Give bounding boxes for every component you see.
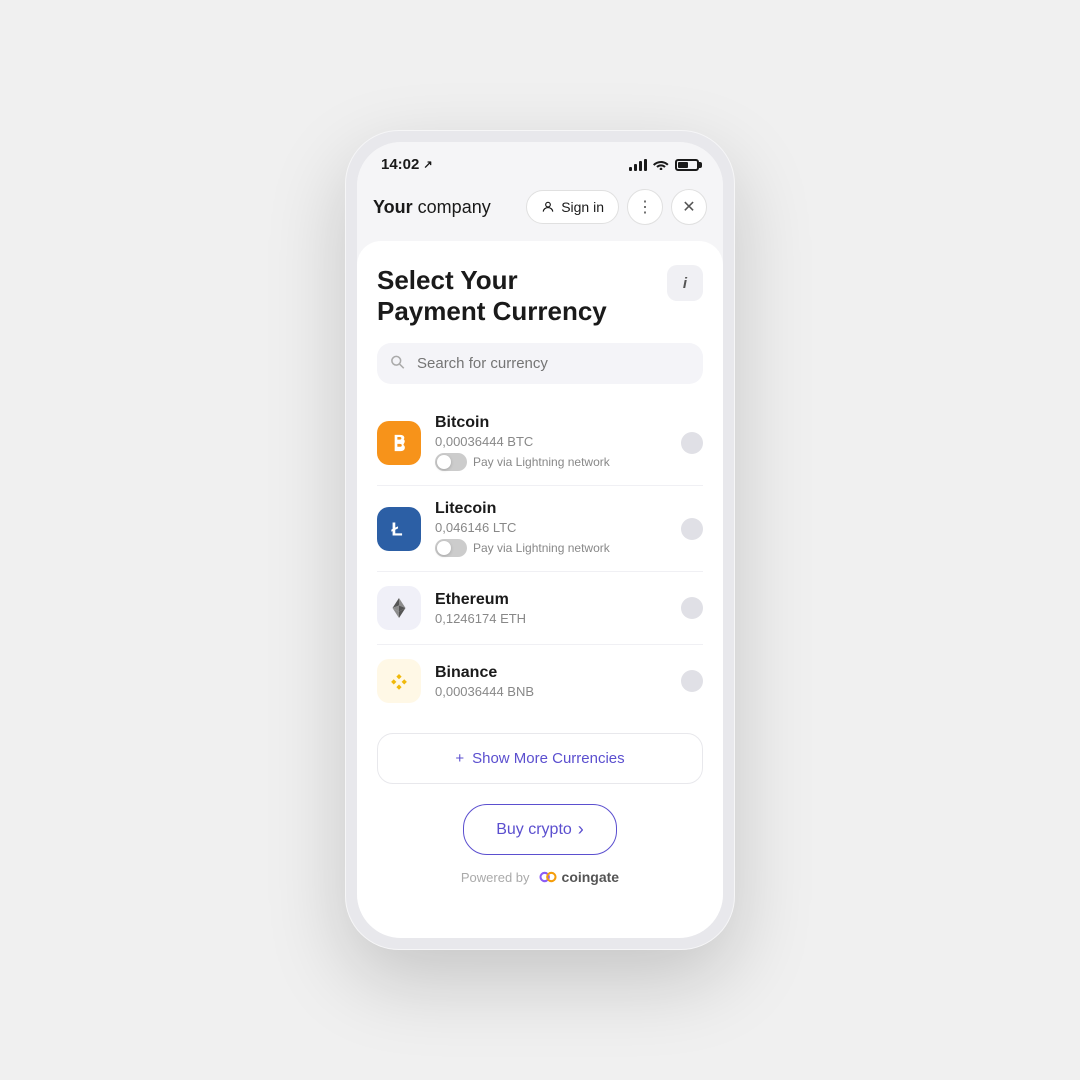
status-time: 14:02 ↗ [381, 156, 433, 173]
close-button[interactable]: ✕ [671, 189, 707, 225]
status-bar: 14:02 ↗ [357, 142, 723, 181]
top-nav: Your company Sign in ⋮ ✕ [357, 181, 723, 237]
bitcoin-info: Bitcoin 0,00036444 BTC Pay via Lightning… [435, 414, 681, 471]
phone-shell: 14:02 ↗ [345, 130, 735, 950]
list-item[interactable]: Binance 0,00036444 BNB [377, 645, 703, 717]
binance-logo [377, 659, 421, 703]
main-content: Select YourPayment Currency i [357, 241, 723, 938]
coingate-text: coingate [562, 869, 620, 885]
company-name: Your company [373, 197, 491, 218]
litecoin-logo: Ł [377, 507, 421, 551]
show-more-label: Show More Currencies [472, 750, 625, 767]
search-icon [390, 354, 405, 373]
list-item[interactable]: Bitcoin 0,00036444 BTC Pay via Lightning… [377, 400, 703, 486]
bottom-actions: Buy crypto › Powered by coingate [377, 800, 703, 895]
binance-radio[interactable] [681, 670, 703, 692]
more-icon: ⋮ [637, 197, 653, 217]
powered-by-label: Powered by [461, 870, 530, 885]
battery-icon [675, 159, 699, 171]
lightning-toggle-ltc: Pay via Lightning network [435, 539, 681, 557]
nav-arrow-icon: ↗ [423, 158, 432, 171]
search-input[interactable] [377, 343, 703, 384]
lightning-switch-btc[interactable] [435, 453, 467, 471]
sign-in-button[interactable]: Sign in [526, 190, 619, 224]
binance-info: Binance 0,00036444 BNB [435, 664, 681, 699]
time-display: 14:02 [381, 156, 419, 173]
currency-list: Bitcoin 0,00036444 BTC Pay via Lightning… [377, 400, 703, 717]
ethereum-radio[interactable] [681, 597, 703, 619]
coingate-icon [538, 867, 558, 887]
wifi-icon [653, 157, 669, 173]
show-more-icon: + [455, 750, 464, 767]
show-more-button[interactable]: + Show More Currencies [377, 733, 703, 784]
search-container [377, 343, 703, 384]
bitcoin-logo [377, 421, 421, 465]
company-normal: company [413, 197, 491, 217]
nav-actions: Sign in ⋮ ✕ [526, 189, 707, 225]
coingate-logo: coingate [538, 867, 620, 887]
powered-by: Powered by coingate [377, 867, 703, 887]
more-button[interactable]: ⋮ [627, 189, 663, 225]
lightning-switch-ltc[interactable] [435, 539, 467, 557]
ethereum-logo [377, 586, 421, 630]
buy-crypto-button[interactable]: Buy crypto › [463, 804, 617, 855]
page-header: Select YourPayment Currency i [377, 265, 703, 327]
ethereum-info: Ethereum 0,1246174 ETH [435, 591, 681, 626]
arrow-icon: › [578, 819, 584, 840]
user-icon [541, 200, 555, 214]
list-item[interactable]: Ł Litecoin 0,046146 LTC Pay via Lightnin… [377, 486, 703, 572]
company-bold: Your [373, 197, 413, 217]
status-icons [629, 157, 699, 173]
close-icon: ✕ [682, 197, 695, 217]
svg-text:Ł: Ł [391, 518, 402, 539]
litecoin-radio[interactable] [681, 518, 703, 540]
lightning-toggle-btc: Pay via Lightning network [435, 453, 681, 471]
info-button[interactable]: i [667, 265, 703, 301]
bitcoin-radio[interactable] [681, 432, 703, 454]
phone-inner: 14:02 ↗ [357, 142, 723, 938]
signal-icon [629, 159, 647, 171]
buy-label: Buy crypto [496, 821, 572, 839]
page-title: Select YourPayment Currency [377, 265, 607, 327]
list-item[interactable]: Ethereum 0,1246174 ETH [377, 572, 703, 645]
litecoin-info: Litecoin 0,046146 LTC Pay via Lightning … [435, 500, 681, 557]
